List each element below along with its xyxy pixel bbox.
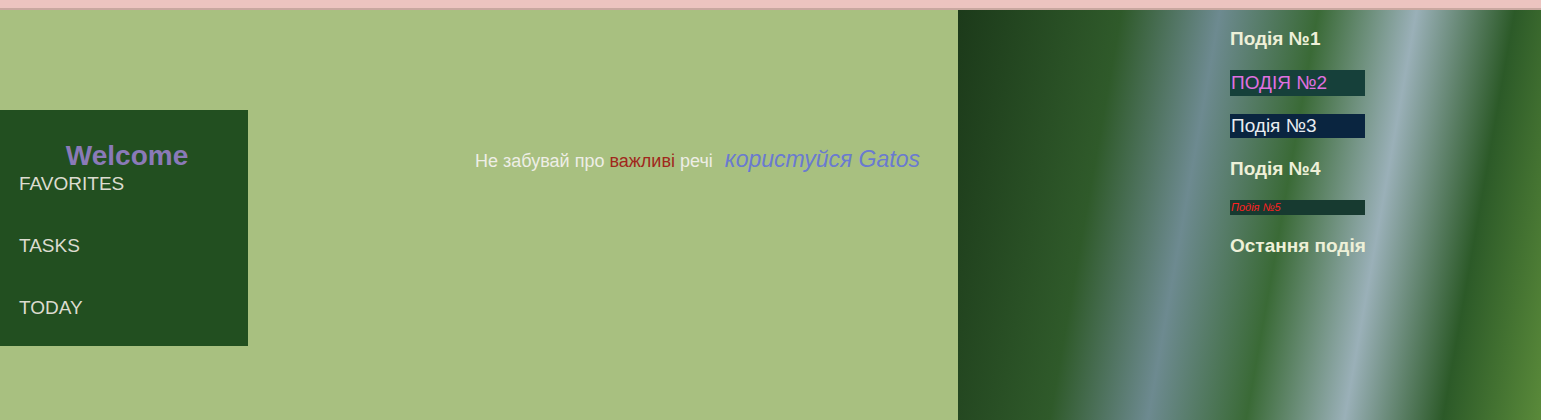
event-item[interactable]: Подія №4: [1230, 156, 1541, 182]
top-bar: [0, 0, 1541, 10]
content: WelcomeFAVORITES TASKS TODAY Не забувай про…: [0, 10, 958, 420]
event-item[interactable]: Подія №5: [1230, 200, 1365, 215]
event-item[interactable]: ПОДІЯ №2: [1230, 70, 1365, 96]
page: WelcomeFAVORITES TASKS TODAY Не забувай про…: [0, 0, 1541, 420]
tagline: Не забувай про важливі речі користуйся Ga…: [248, 110, 958, 180]
event-list: Подія №1 ПОДІЯ №2 Подія №3 Подія №4 Подія №5…: [1230, 26, 1541, 259]
sidebar-item[interactable]: TODAY: [19, 296, 248, 320]
event-item[interactable]: Остання подія: [1230, 233, 1541, 259]
photo-panel: Подія №1 ПОДІЯ №2 Подія №3 Подія №4 Подія №5…: [958, 10, 1541, 420]
sidebar: WelcomeFAVORITES TASKS TODAY: [0, 110, 248, 346]
slogan: користуйся Gatos: [725, 142, 920, 177]
event-item[interactable]: Подія №1: [1230, 26, 1541, 52]
tagline-highlight: важливі: [609, 151, 675, 171]
tagline-text: Не забувай про важливі речі: [475, 148, 713, 175]
sidebar-title: Welcome: [0, 138, 248, 174]
sidebar-item[interactable]: TASKS: [19, 234, 248, 258]
sidebar-list: FAVORITES TASKS TODAY: [0, 172, 248, 320]
sidebar-item[interactable]: FAVORITES: [19, 172, 248, 196]
main: WelcomeFAVORITES TASKS TODAY Не забувай про…: [0, 10, 1541, 420]
event-item[interactable]: Подія №3: [1230, 114, 1365, 138]
